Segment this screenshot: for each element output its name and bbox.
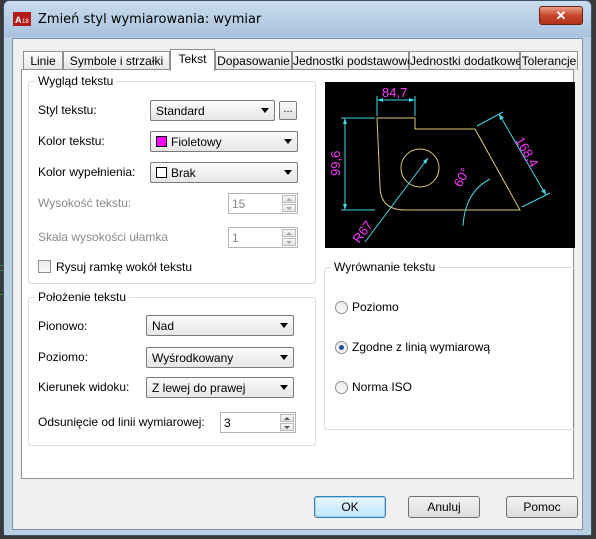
horizontal-placement-label: Poziomo:	[38, 350, 89, 364]
tab-panel-tekst: Wygląd tekstu Styl tekstu: Standard ... …	[21, 69, 575, 479]
align-iso-label: Norma ISO	[352, 380, 413, 394]
text-style-value: Standard	[156, 104, 205, 118]
chevron-down-icon	[280, 385, 288, 390]
svg-text:18: 18	[22, 19, 29, 25]
view-direction-combo[interactable]: Z lewej do prawej	[146, 377, 294, 398]
spin-down-icon[interactable]	[280, 423, 294, 431]
fill-color-combo[interactable]: Brak	[150, 162, 298, 183]
preview-dim-top: 84,7	[382, 85, 407, 100]
spin-up-icon[interactable]	[282, 195, 296, 203]
close-button[interactable]: ✕	[539, 6, 583, 25]
vertical-placement-value: Nad	[152, 319, 175, 333]
group-text-placement: Położenie tekstu Pionowo: Nad Poziomo: W…	[28, 290, 316, 446]
svg-text:A: A	[15, 15, 22, 25]
vertical-placement-combo[interactable]: Nad	[146, 315, 294, 336]
tab-tekst[interactable]: Tekst	[170, 49, 215, 71]
offset-label: Odsunięcie od linii wymiarowej:	[38, 415, 205, 429]
text-style-label: Styl tekstu:	[38, 103, 97, 117]
spin-down-icon[interactable]	[282, 238, 296, 246]
color-swatch-icon	[156, 167, 167, 178]
view-direction-value: Z lewej do prawej	[152, 381, 246, 395]
help-button[interactable]: Pomoc	[506, 496, 578, 518]
chevron-down-icon	[284, 139, 292, 144]
chevron-down-icon	[280, 323, 288, 328]
spin-up-icon[interactable]	[282, 229, 296, 237]
chevron-down-icon	[284, 170, 292, 175]
align-horizontal-label: Poziomo	[352, 300, 399, 314]
chevron-down-icon	[280, 355, 288, 360]
offset-value: 3	[224, 416, 231, 430]
group-title: Wyrównanie tekstu	[331, 260, 439, 274]
vertical-placement-label: Pionowo:	[38, 319, 88, 333]
group-title: Położenie tekstu	[35, 290, 130, 304]
spin-down-icon[interactable]	[282, 204, 296, 212]
tab-linie[interactable]: Linie	[23, 51, 63, 70]
tab-tolerancje[interactable]: Tolerancje	[520, 51, 578, 70]
fill-color-label: Kolor wypełnienia:	[38, 165, 136, 179]
tab-jednostki-dodatkowe[interactable]: Jednostki dodatkowe	[409, 51, 522, 70]
view-direction-label: Kierunek widoku:	[38, 380, 130, 394]
tab-dopasowanie[interactable]: Dopasowanie	[215, 51, 292, 70]
preview-dim-radius: R67	[349, 218, 375, 246]
preview-dim-left: 99,6	[328, 151, 343, 176]
dimension-preview: 84,7 99,6 168,4 60° R67	[325, 82, 575, 248]
group-text-appearance: Wygląd tekstu Styl tekstu: Standard ... …	[28, 74, 316, 284]
tab-symbole[interactable]: Symbole i strzałki	[63, 51, 170, 70]
preview-dim-angle: 60°	[450, 165, 472, 189]
color-swatch-icon	[156, 136, 167, 147]
tab-jednostki-podstawowe[interactable]: Jednostki podstawowe	[292, 51, 414, 70]
text-color-label: Kolor tekstu:	[38, 134, 105, 148]
title-bar[interactable]: A 18 Zmień styl wymiarowania: wymiar ✕	[4, 1, 591, 37]
dialog-window: A 18 Zmień styl wymiarowania: wymiar ✕ L…	[3, 0, 592, 536]
group-text-alignment: Wyrównanie tekstu Poziomo Zgodne z linią…	[324, 260, 575, 430]
text-height-stepper[interactable]: 15	[228, 193, 298, 214]
group-title: Wygląd tekstu	[35, 74, 117, 88]
dialog-client: Linie Symbole i strzałki Tekst Dopasowan…	[12, 38, 583, 530]
text-style-combo[interactable]: Standard	[150, 100, 275, 121]
align-with-dimension-radio[interactable]	[335, 341, 348, 354]
ok-button[interactable]: OK	[314, 496, 386, 518]
text-height-label: Wysokość tekstu:	[38, 196, 132, 210]
text-height-value: 15	[232, 197, 246, 211]
draw-frame-label: Rysuj ramkę wokół tekstu	[56, 260, 193, 274]
preview-shape-outline	[376, 117, 521, 211]
text-color-combo[interactable]: Fioletowy	[150, 131, 298, 152]
draw-frame-checkbox[interactable]	[38, 260, 51, 273]
align-with-dimension-label: Zgodne z linią wymiarową	[352, 340, 491, 354]
fraction-scale-value: 1	[232, 231, 239, 245]
horizontal-placement-combo[interactable]: Wyśrodkowany	[146, 347, 294, 368]
autocad-icon: A 18	[13, 12, 31, 26]
fill-color-value: Brak	[171, 166, 196, 180]
cancel-button[interactable]: Anuluj	[408, 496, 480, 518]
close-icon: ✕	[555, 8, 567, 23]
fraction-scale-label: Skala wysokości ułamka	[38, 230, 169, 244]
text-style-browse-button[interactable]: ...	[279, 101, 297, 120]
align-iso-radio[interactable]	[335, 381, 348, 394]
align-horizontal-radio[interactable]	[335, 301, 348, 314]
fraction-scale-stepper[interactable]: 1	[228, 227, 298, 248]
spin-up-icon[interactable]	[280, 414, 294, 422]
chevron-down-icon	[261, 108, 269, 113]
window-title: Zmień styl wymiarowania: wymiar	[38, 12, 262, 27]
offset-stepper[interactable]: 3	[220, 412, 296, 433]
horizontal-placement-value: Wyśrodkowany	[152, 351, 234, 365]
preview-dim-right: 168,4	[512, 134, 541, 170]
text-color-value: Fioletowy	[171, 135, 222, 149]
radio-selected-dot	[339, 345, 344, 350]
